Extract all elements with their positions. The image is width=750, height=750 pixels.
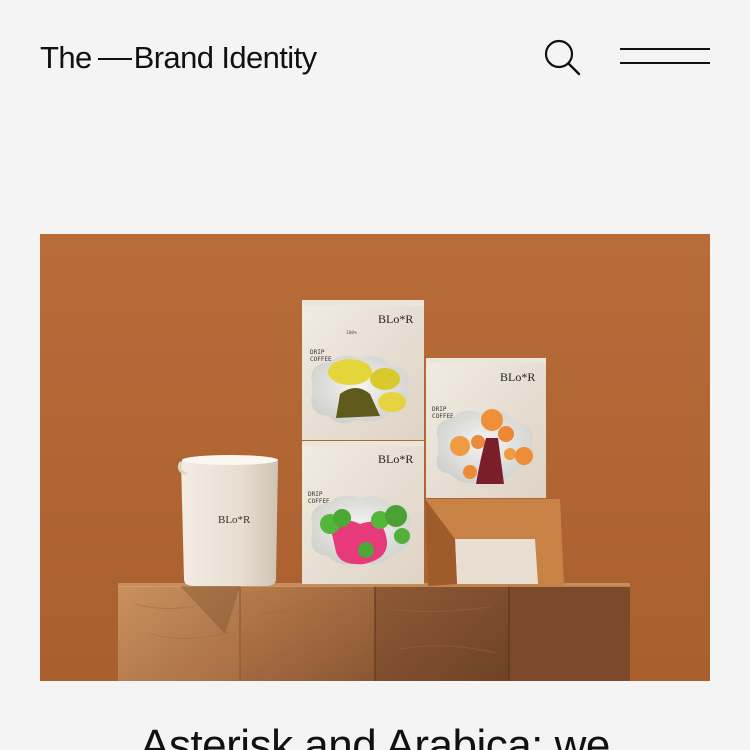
box-right: BLo*R DRIP COFFEE bbox=[426, 358, 546, 498]
brand-name-identity: Brand Identity bbox=[133, 40, 317, 75]
hero-image-link[interactable]: BLo*R BLo*R DRIP COFFEE 100% BLo*R DRIP … bbox=[40, 234, 710, 681]
box-bottom: BLo*R DRIP COFFEE bbox=[302, 441, 424, 584]
svg-text:BLo*R: BLo*R bbox=[378, 452, 413, 466]
hamburger-menu-icon-line bbox=[620, 62, 710, 64]
svg-text:BLo*R: BLo*R bbox=[378, 312, 413, 326]
brand-name-the: The bbox=[40, 40, 92, 75]
svg-text:DRIP: DRIP bbox=[308, 491, 323, 498]
svg-text:DRIP: DRIP bbox=[310, 349, 325, 356]
page: The Brand Identity BLo*R BLo*R DRIP COFF… bbox=[0, 0, 750, 750]
site-header: The Brand Identity bbox=[0, 0, 750, 120]
search-button[interactable] bbox=[542, 37, 582, 77]
brand-logo-link[interactable]: The Brand Identity bbox=[40, 37, 317, 79]
search-icon bbox=[544, 39, 581, 76]
box-top: BLo*R DRIP COFFEE 100% bbox=[302, 300, 424, 440]
svg-text:DRIP: DRIP bbox=[432, 406, 447, 413]
svg-text:COFFEE: COFFEE bbox=[310, 356, 332, 363]
brand-dash bbox=[97, 58, 132, 60]
svg-text:100%: 100% bbox=[346, 330, 357, 336]
svg-text:BLo*R: BLo*R bbox=[218, 514, 251, 526]
menu-button[interactable] bbox=[618, 44, 712, 70]
article-headline[interactable]: Asterisk and Arabica: we bbox=[0, 716, 750, 750]
svg-text:BLo*R: BLo*R bbox=[500, 370, 535, 384]
hero-product-photo: BLo*R BLo*R DRIP COFFEE 100% BLo*R DRIP … bbox=[40, 234, 710, 681]
hamburger-menu-icon bbox=[620, 48, 710, 50]
